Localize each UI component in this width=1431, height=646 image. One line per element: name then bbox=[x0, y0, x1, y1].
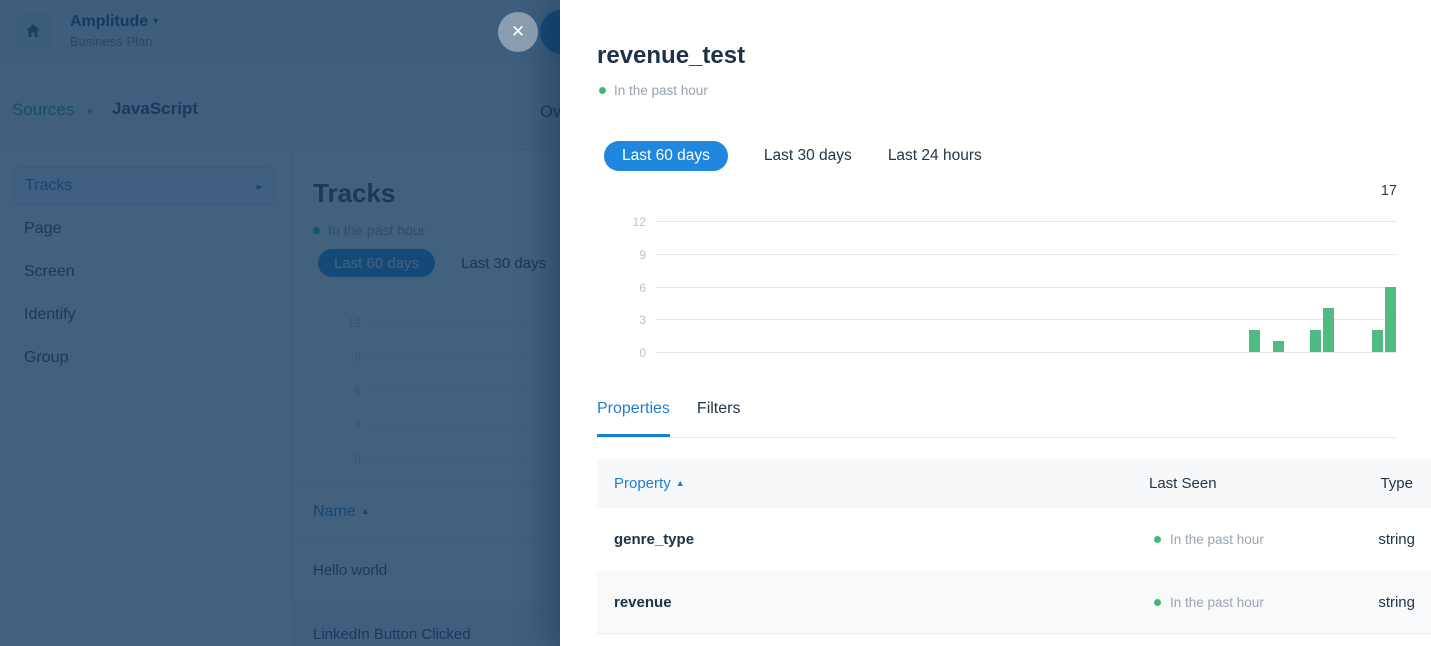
y-tick-label: 0 bbox=[610, 346, 646, 360]
time-filter-last-30-days[interactable]: Last 30 days bbox=[764, 141, 852, 171]
chart-bar[interactable] bbox=[1372, 330, 1383, 352]
y-tick-label: 3 bbox=[610, 313, 646, 327]
sort-asc-icon: ▲ bbox=[676, 478, 685, 488]
column-header-label: Property bbox=[614, 475, 671, 492]
event-detail-panel: revenue_test In the past hour Last 60 da… bbox=[560, 0, 1431, 646]
column-header-property[interactable]: Property ▲ bbox=[614, 475, 685, 492]
property-type: string bbox=[1378, 531, 1415, 548]
status-text: In the past hour bbox=[614, 83, 708, 98]
chart-bar[interactable] bbox=[1323, 308, 1334, 352]
modal-dim-overlay[interactable] bbox=[0, 0, 560, 646]
divider bbox=[597, 437, 1397, 438]
status-dot bbox=[1154, 536, 1161, 543]
property-name: revenue bbox=[614, 594, 672, 611]
property-row[interactable]: genre_type In the past hour string bbox=[597, 508, 1431, 571]
last-seen-text: In the past hour bbox=[1170, 532, 1264, 547]
last-seen-text: In the past hour bbox=[1170, 595, 1264, 610]
gridline bbox=[655, 287, 1397, 288]
panel-tabs: Properties Filters bbox=[597, 400, 740, 437]
screen: Amplitude▾ Business Plan Sources ▸ JavaS… bbox=[0, 0, 1431, 646]
column-header-type[interactable]: Type bbox=[1380, 475, 1413, 492]
property-name: genre_type bbox=[614, 531, 694, 548]
chart-bar[interactable] bbox=[1249, 330, 1260, 352]
status-dot bbox=[599, 87, 606, 94]
chart-bar[interactable] bbox=[1385, 287, 1396, 353]
tab-properties[interactable]: Properties bbox=[597, 400, 670, 437]
time-filter-group: Last 60 days Last 30 days Last 24 hours bbox=[604, 141, 982, 171]
chart-bar[interactable] bbox=[1273, 341, 1284, 352]
tab-filters[interactable]: Filters bbox=[697, 400, 741, 437]
chart-bar[interactable] bbox=[1310, 330, 1321, 352]
properties-table-header: Property ▲ Last Seen Type bbox=[597, 459, 1431, 508]
property-row[interactable]: revenue In the past hour string bbox=[597, 571, 1431, 634]
close-panel-button[interactable]: ✕ bbox=[498, 12, 538, 52]
status-dot bbox=[1154, 599, 1161, 606]
property-last-seen: In the past hour bbox=[1154, 532, 1264, 547]
time-filter-last-60-days[interactable]: Last 60 days bbox=[604, 141, 728, 171]
gridline bbox=[655, 319, 1397, 320]
y-tick-label: 9 bbox=[610, 248, 646, 262]
event-title: revenue_test bbox=[597, 42, 745, 70]
time-filter-last-24-hours[interactable]: Last 24 hours bbox=[888, 141, 982, 171]
gridline bbox=[655, 352, 1397, 353]
y-tick-label: 12 bbox=[610, 215, 646, 229]
event-volume-chart: 17 12 9 6 3 0 bbox=[560, 183, 1431, 369]
gridline bbox=[655, 254, 1397, 255]
y-tick-label: 6 bbox=[610, 281, 646, 295]
gridline bbox=[655, 221, 1397, 222]
close-icon: ✕ bbox=[511, 22, 525, 42]
chart-total-value: 17 bbox=[1381, 183, 1397, 199]
column-header-last-seen[interactable]: Last Seen bbox=[1149, 475, 1217, 492]
last-seen-status: In the past hour bbox=[599, 83, 708, 98]
property-last-seen: In the past hour bbox=[1154, 595, 1264, 610]
property-type: string bbox=[1378, 594, 1415, 611]
